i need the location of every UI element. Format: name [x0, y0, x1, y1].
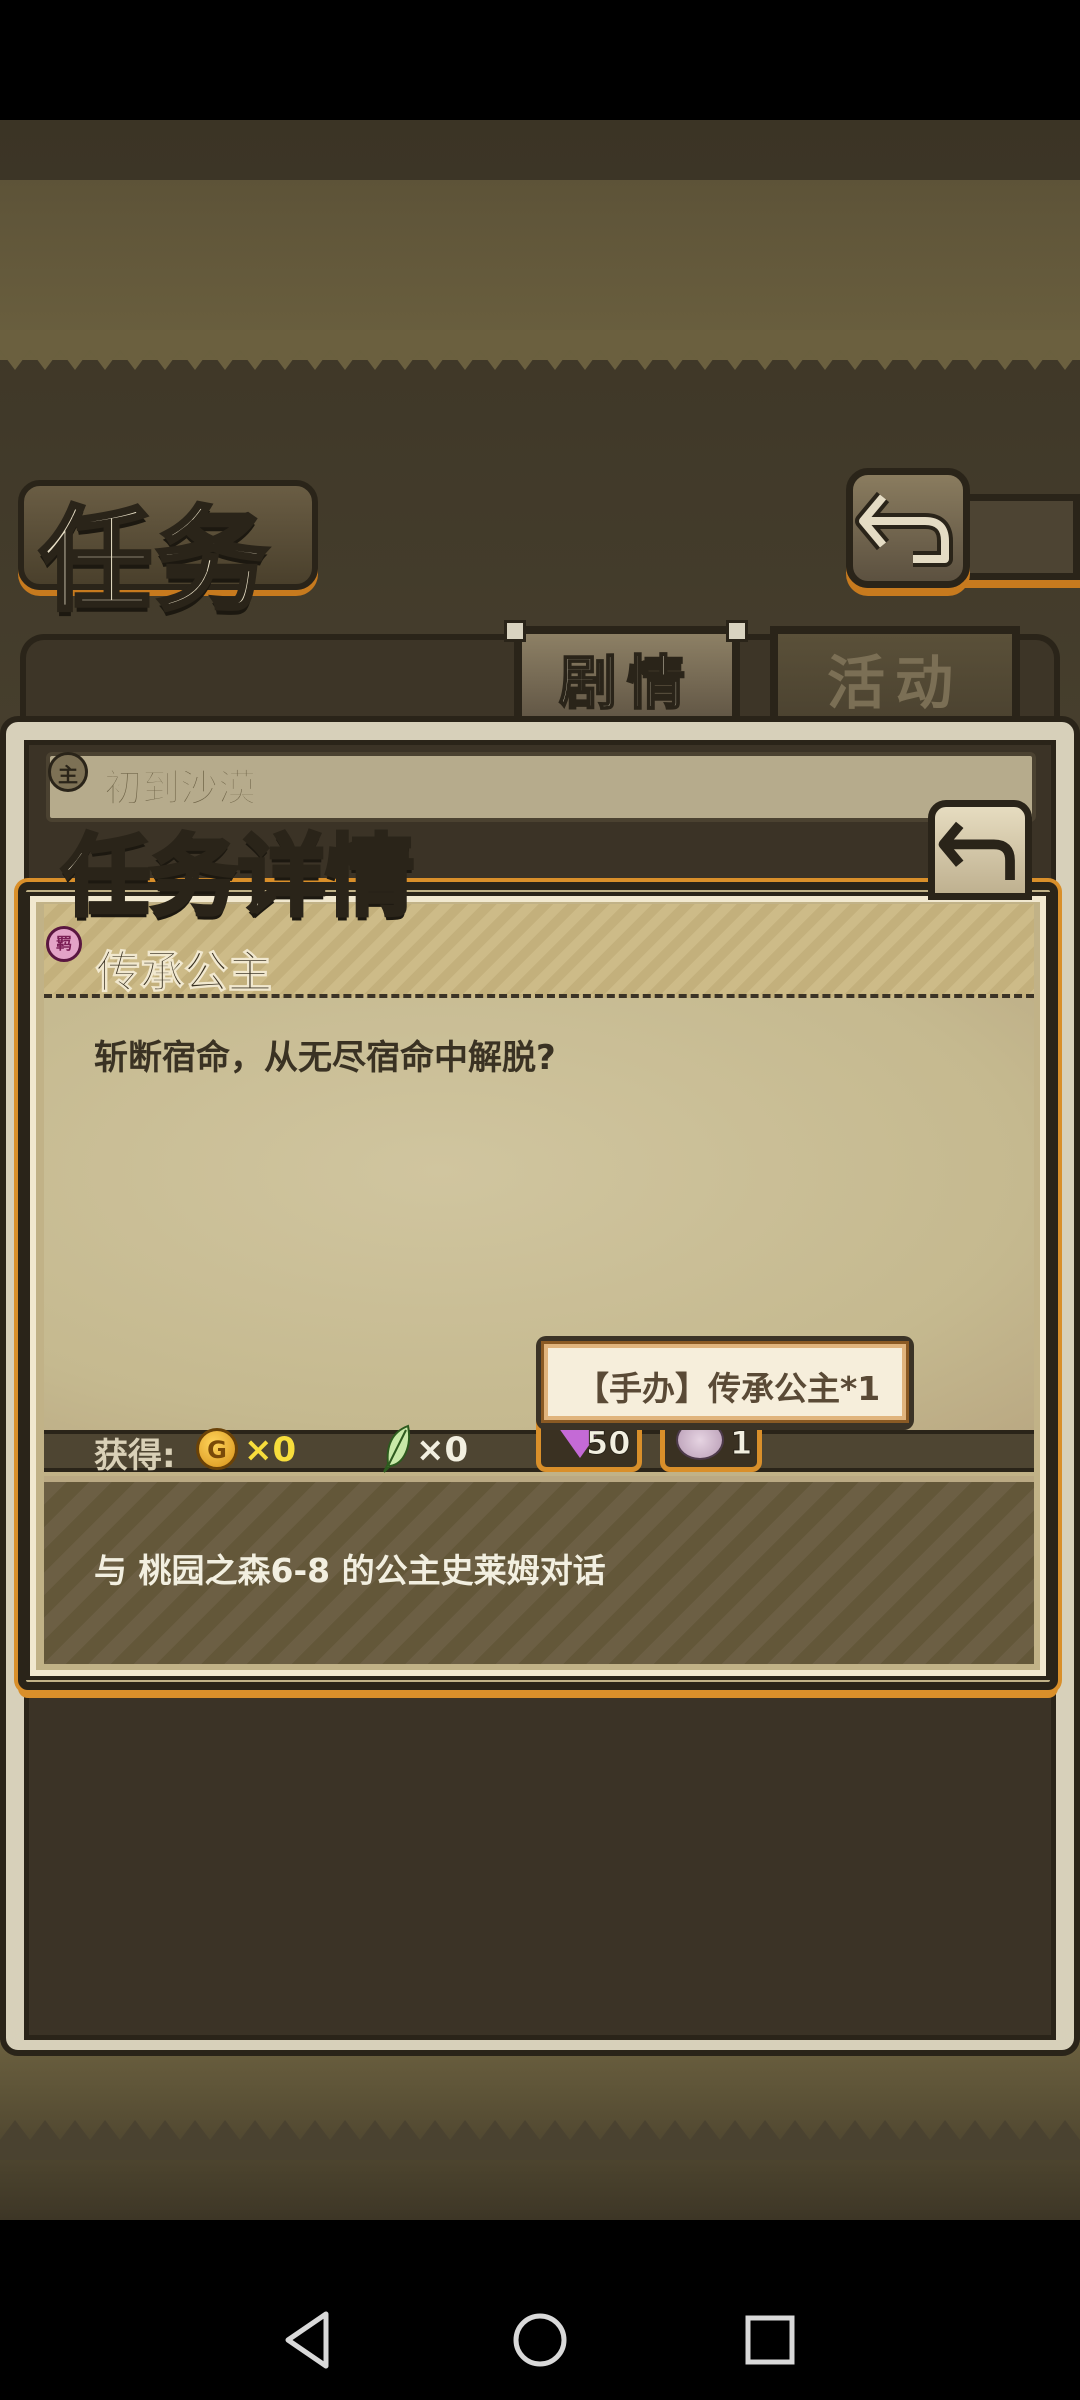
tab-frame-corner	[504, 620, 526, 642]
mission-title: 传承公主	[96, 947, 273, 999]
tab-frame-corner	[726, 620, 748, 642]
gold-coin-icon: G	[196, 1428, 238, 1470]
mission-objective: 与 桃园之森6-8 的公主史莱姆对话	[94, 1551, 606, 1590]
zigzag-edge-bottom	[0, 2120, 1080, 2160]
return-arrow-icon	[938, 821, 1015, 881]
dialog-back-button[interactable]	[928, 800, 1032, 900]
mission-description: 斩断宿命，从无尽宿命中解脱?	[94, 1038, 556, 1078]
nav-home-icon[interactable]	[500, 2300, 580, 2380]
main-quest-tag-icon: 主	[48, 752, 88, 792]
reward-tooltip-text: 【手办】传承公主*1	[576, 1369, 881, 1408]
nav-recents-icon[interactable]	[730, 2300, 810, 2380]
feather-icon	[383, 1424, 410, 1473]
back-button[interactable]	[846, 468, 970, 588]
return-arrow-icon	[855, 491, 953, 567]
feather-reward-value: ×0	[416, 1430, 469, 1470]
background-mission-title: 初到沙漠	[103, 766, 257, 811]
tab-event[interactable]: 活动	[770, 626, 1020, 730]
tab-story[interactable]: 剧情	[514, 626, 740, 730]
bond-quest-tag-icon: 羁	[46, 926, 82, 962]
gold-reward-value: ×0	[244, 1430, 297, 1470]
page-title: 任务	[38, 493, 272, 628]
nav-back-icon[interactable]	[270, 2300, 350, 2380]
zigzag-edge-top	[0, 330, 1080, 370]
rewards-label: 获得:	[94, 1436, 176, 1476]
back-button-rail	[960, 494, 1080, 580]
dialog-title: 任务详情	[60, 822, 416, 930]
